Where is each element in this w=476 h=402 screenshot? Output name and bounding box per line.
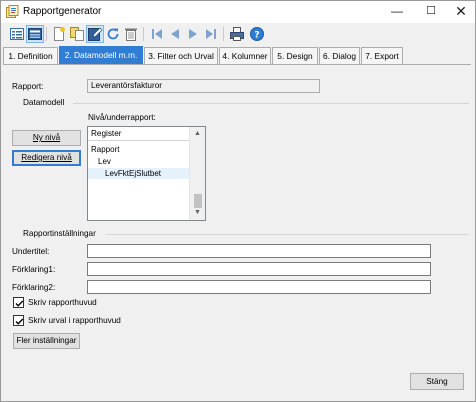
previous-record-icon[interactable] (167, 26, 183, 42)
form-view-icon[interactable] (26, 25, 44, 43)
first-record-icon[interactable] (149, 26, 165, 42)
checkmark-icon (15, 318, 24, 325)
more-settings-button-label: Fler inställningar (16, 336, 77, 345)
rapportgenerator-window: Rapportgenerator — ☐ ✕ ? 1. Definition 2… (0, 0, 476, 402)
tab-dialog[interactable]: 6. Dialog (319, 47, 360, 65)
scroll-up-icon[interactable]: ▲ (190, 127, 205, 141)
settings-group-title: Rapportinställningar (23, 229, 96, 238)
new-level-button[interactable]: Ny nivå (12, 130, 81, 146)
copy-icon[interactable] (69, 26, 85, 42)
more-settings-button[interactable]: Fler inställningar (13, 333, 80, 349)
level-list[interactable]: Register Rapport Lev LevFktEjSlutbet ▲ ▼ (87, 126, 206, 221)
datamodel-group-line (73, 103, 469, 104)
toolbar-separator (223, 27, 224, 41)
subtitle-label: Undertitel: (12, 247, 50, 256)
tab-filter-och-urval[interactable]: 3. Filter och Urval (144, 47, 218, 65)
title-bar: Rapportgenerator — ☐ ✕ (1, 1, 475, 23)
scroll-down-icon[interactable]: ▼ (190, 206, 205, 220)
subtitle-input[interactable] (87, 244, 431, 258)
explanation2-input[interactable] (87, 280, 431, 294)
toolbar-separator (46, 27, 47, 41)
print-header-label: Skriv rapporthuvud (28, 298, 97, 307)
level-list-scrollbar[interactable]: ▲ ▼ (189, 127, 205, 220)
window-title: Rapportgenerator (23, 6, 102, 17)
list-item-rapport[interactable]: Rapport (88, 144, 189, 155)
refresh-icon[interactable] (105, 26, 121, 42)
tab-design[interactable]: 5. Design (272, 47, 318, 65)
list-view-icon[interactable] (9, 26, 25, 42)
minimize-button[interactable]: — (379, 1, 415, 23)
explanation1-label: Förklaring1: (12, 265, 56, 274)
help-icon[interactable]: ? (249, 26, 265, 42)
level-label: Nivå/underrapport: (88, 113, 156, 122)
tab-underline (3, 64, 471, 65)
next-record-icon[interactable] (185, 26, 201, 42)
explanation2-label: Förklaring2: (12, 283, 56, 292)
print-icon[interactable] (229, 26, 245, 42)
edit-icon[interactable] (86, 25, 104, 43)
edit-level-button[interactable]: Redigera nivå (12, 150, 81, 166)
list-header-register[interactable]: Register (88, 127, 189, 141)
datamodel-group-title: Datamodell (23, 98, 65, 107)
checkmark-icon (15, 300, 24, 307)
tab-definition[interactable]: 1. Definition (3, 47, 58, 65)
toolbar-separator (143, 27, 144, 41)
close-button[interactable]: Stäng (410, 373, 464, 390)
print-header-checkbox[interactable] (13, 297, 24, 308)
report-label: Rapport: (12, 82, 44, 91)
report-name-field: Leverantörsfakturor (87, 79, 320, 93)
toolbar: ? (1, 23, 475, 45)
new-document-icon[interactable] (51, 26, 67, 42)
list-item-levfktejslutbet[interactable]: LevFktEjSlutbet (88, 168, 189, 179)
explanation1-input[interactable] (87, 262, 431, 276)
delete-icon[interactable] (123, 26, 139, 42)
tab-export[interactable]: 7. Export (361, 47, 403, 65)
new-level-button-label: Ny nivå (32, 133, 61, 142)
tab-kolumner[interactable]: 4. Kolumner (219, 47, 271, 65)
settings-group-line (106, 234, 469, 235)
close-window-button[interactable]: ✕ (443, 1, 476, 23)
tab-strip: 1. Definition 2. Datamodell m.m. 3. Filt… (1, 46, 475, 65)
tab-datamodell[interactable]: 2. Datamodell m.m. (59, 46, 143, 65)
last-record-icon[interactable] (203, 26, 219, 42)
svg-text:?: ? (254, 31, 259, 41)
print-selection-label: Skriv urval i rapporthuvud (28, 316, 121, 325)
print-selection-checkbox[interactable] (13, 315, 24, 326)
edit-level-button-label: Redigera nivå (21, 153, 72, 162)
app-icon (6, 5, 19, 18)
list-item-lev[interactable]: Lev (88, 156, 189, 167)
